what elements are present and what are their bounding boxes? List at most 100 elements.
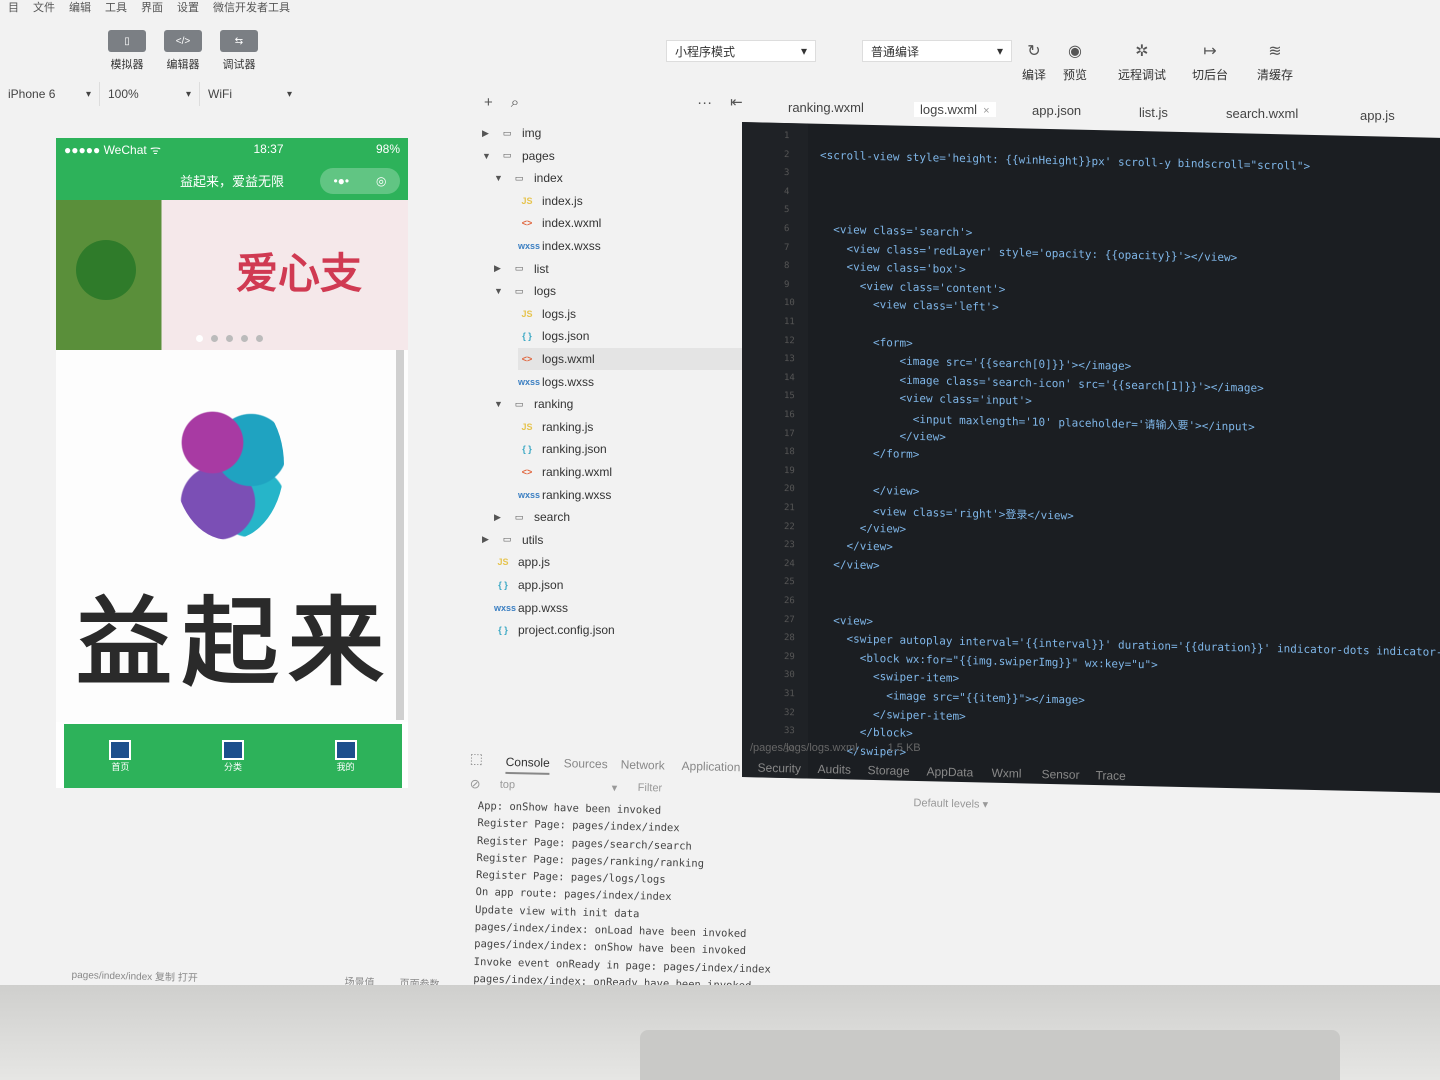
device-select[interactable]: iPhone 6 ▾ [0, 82, 100, 106]
chevron-down-icon[interactable]: ▼ [494, 399, 504, 409]
code-line[interactable]: <image src="{{item}}"></image> [820, 688, 1085, 707]
compile-button[interactable]: ↻ 编译 [1022, 44, 1046, 83]
tree-file[interactable]: <> ranking.wxml [518, 461, 612, 483]
tree-file[interactable]: JS app.js [494, 551, 550, 573]
close-icon[interactable]: ◎ [376, 174, 386, 188]
tree-file[interactable]: { } logs.json [518, 325, 589, 347]
editor-tab[interactable]: logs.wxml × [914, 101, 996, 117]
tab-profile[interactable]: 我的 [334, 739, 357, 773]
code-line[interactable]: <view class='content'> [820, 279, 1006, 295]
tree-file[interactable]: wxss logs.wxss [518, 371, 594, 393]
tree-folder[interactable]: ▼ ▭ index [494, 167, 563, 189]
editor-tab[interactable]: app.json [1032, 103, 1081, 118]
code-line[interactable]: <view class='search'> [820, 223, 972, 239]
background-switch-button[interactable]: ↦ 切后台 [1192, 44, 1228, 83]
tree-folder[interactable]: ▼ ▭ pages [482, 145, 555, 167]
devtools-tab-network[interactable]: Network [621, 758, 665, 773]
tree-folder[interactable]: ▼ ▭ logs [494, 280, 556, 302]
code-line[interactable]: <view class='input'> [820, 390, 1031, 408]
devtools-tab-appdata[interactable]: AppData [926, 764, 973, 779]
devtools-tab-console[interactable]: Console [505, 754, 550, 775]
code-line[interactable]: </view> [820, 558, 879, 572]
menu-item[interactable]: 设置 [177, 0, 199, 15]
preview-button[interactable]: ◉ 预览 [1063, 44, 1087, 83]
devtools-tab-trace[interactable]: Trace [1095, 768, 1126, 783]
debugger-toggle-button[interactable]: ⇆ 调试器 [220, 30, 258, 72]
chevron-down-icon[interactable]: ▾ [612, 781, 618, 794]
code-line[interactable]: <view class='left'> [820, 297, 999, 314]
tree-file[interactable]: JS index.js [518, 190, 582, 212]
tree-file[interactable]: { } project.config.json [494, 619, 615, 641]
simulator-toggle-button[interactable]: ▯ 模拟器 [108, 30, 146, 72]
code-line[interactable]: <swiper-item> [820, 669, 959, 685]
devtools-tab-storage[interactable]: Storage [867, 763, 909, 778]
tree-folder[interactable]: ▶ ▭ img [482, 122, 541, 144]
code-line[interactable]: </view> [820, 520, 906, 535]
tree-file[interactable]: { } ranking.json [518, 438, 606, 460]
simulator-scrollbar[interactable] [396, 350, 404, 720]
editor-tab[interactable]: search.wxml [1226, 106, 1298, 121]
compile-mode-select[interactable]: 普通编译 ▾ [862, 40, 1012, 62]
tab-category[interactable]: 分类 [221, 739, 244, 773]
tree-file[interactable]: wxss ranking.wxss [518, 484, 611, 506]
clear-cache-button[interactable]: ≋ 清缓存 [1257, 44, 1293, 83]
close-icon[interactable]: × [983, 105, 989, 117]
code-line[interactable]: </view> [820, 539, 892, 554]
add-file-icon[interactable]: + [484, 94, 493, 111]
network-select[interactable]: WiFi ▾ [200, 82, 300, 106]
banner-swiper[interactable]: 爱心支 [56, 200, 408, 350]
tree-folder[interactable]: ▶ ▭ list [494, 258, 549, 280]
editor-tab[interactable]: app.js [1360, 108, 1395, 123]
chevron-down-icon[interactable]: ▼ [482, 151, 492, 161]
log-levels-select[interactable]: Default levels ▾ [913, 796, 988, 811]
zoom-select[interactable]: 100% ▾ [100, 82, 200, 106]
menu-item[interactable]: 界面 [141, 0, 163, 15]
chevron-right-icon[interactable]: ▶ [494, 512, 504, 523]
code-line[interactable]: <form> [820, 334, 913, 350]
chevron-down-icon[interactable]: ▼ [494, 173, 504, 183]
code-line[interactable]: <view> [820, 613, 873, 628]
tree-file[interactable]: <> index.wxml [518, 212, 602, 234]
devtools-tab-sources[interactable]: Sources [564, 756, 608, 771]
console-filter-input[interactable]: Filter [638, 782, 663, 795]
devtools-tab-security[interactable]: Security [757, 761, 801, 776]
menu-item[interactable]: 编辑 [69, 0, 91, 15]
tree-folder[interactable]: ▶ ▭ utils [482, 529, 543, 551]
menu-item[interactable]: 目 [8, 0, 19, 15]
chevron-right-icon[interactable]: ▶ [482, 128, 492, 139]
editor-toggle-button[interactable]: </> 编辑器 [164, 30, 202, 72]
tab-home[interactable]: 首页 [109, 739, 132, 773]
mode-select[interactable]: 小程序模式 ▾ [666, 40, 816, 62]
code-line[interactable]: <scroll-view style='height: {{winHeight}… [820, 148, 1310, 172]
devtools-tab-sensor[interactable]: Sensor [1041, 767, 1079, 782]
tree-file[interactable]: JS ranking.js [518, 416, 593, 438]
chevron-right-icon[interactable]: ▶ [494, 263, 504, 274]
inspect-icon[interactable]: ⬚ [470, 750, 484, 767]
devtools-tab-audits[interactable]: Audits [817, 762, 851, 777]
code-line[interactable]: </view> [820, 427, 945, 443]
menu-item[interactable]: 工具 [105, 0, 127, 15]
tree-folder[interactable]: ▶ ▭ search [494, 506, 570, 528]
chevron-right-icon[interactable]: ▶ [482, 534, 492, 545]
tree-file[interactable]: wxss index.wxss [518, 235, 601, 257]
context-select[interactable]: top [500, 779, 516, 791]
simulator-phone[interactable]: ●●●●● WeChat ᯤ 18:37 98% 益起来，爱益无限 •●• ◎ … [56, 138, 408, 788]
more-icon[interactable]: ··· [697, 94, 712, 111]
tree-file[interactable]: { } app.json [494, 574, 563, 596]
code-line[interactable]: <image src='{{search[0]}}'></image> [820, 353, 1131, 373]
code-line[interactable]: </block> [820, 725, 913, 740]
code-line[interactable]: </view> [820, 483, 919, 498]
menu-item[interactable]: 微信开发者工具 [213, 0, 290, 15]
menu-item[interactable]: 文件 [33, 0, 55, 15]
collapse-icon[interactable]: ⇤ [730, 93, 743, 111]
capsule-menu[interactable]: •●• ◎ [320, 168, 400, 194]
devtools-tab-wxml[interactable]: Wxml [991, 766, 1021, 781]
devtools-tab-application[interactable]: Application [681, 759, 740, 774]
code-line[interactable]: <view class='box'> [820, 260, 965, 277]
code-line[interactable]: <block wx:for="{{img.swiperImg}}" wx:key… [820, 651, 1158, 671]
tree-file[interactable]: JS logs.js [518, 303, 576, 325]
chevron-down-icon[interactable]: ▼ [494, 286, 504, 296]
editor-tab[interactable]: list.js [1139, 105, 1168, 120]
code-line[interactable]: </swiper-item> [820, 706, 966, 723]
remote-debug-button[interactable]: ✲ 远程调试 [1118, 44, 1166, 83]
